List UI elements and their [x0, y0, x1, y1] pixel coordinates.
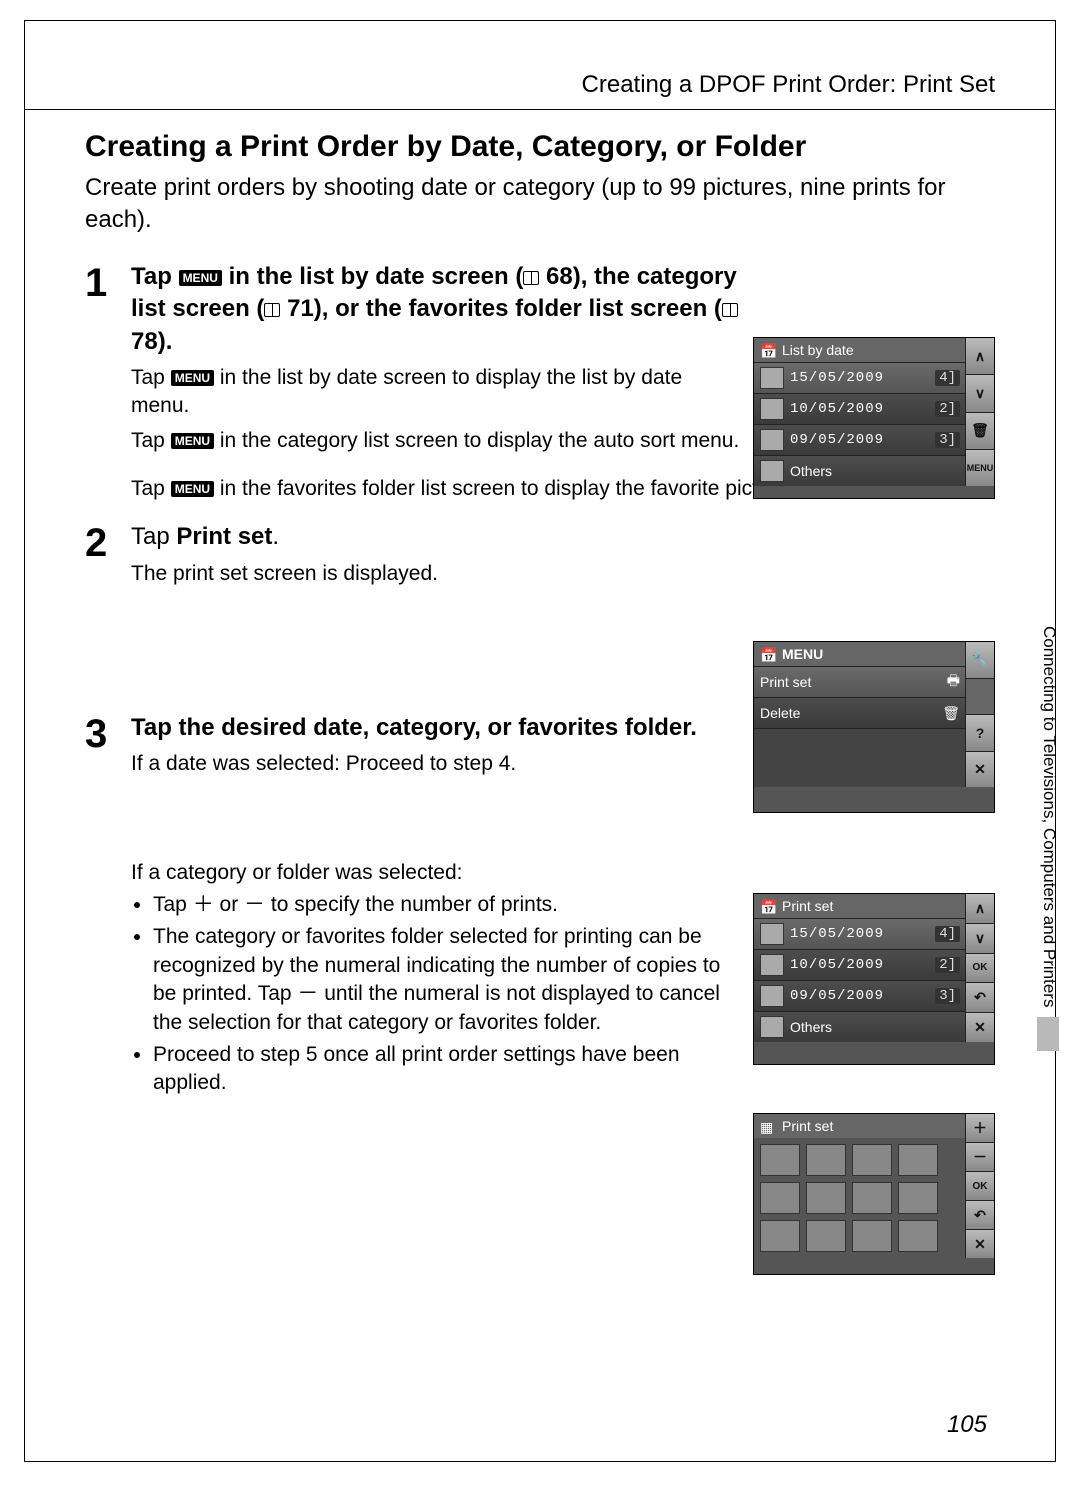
list-item[interactable]: 09/05/20093] [754, 980, 966, 1011]
trash-icon: 🗑 [942, 705, 960, 722]
cam4-title-bar: ▦ Print set [754, 1114, 966, 1138]
menu-icon: MENU [171, 433, 214, 449]
menu-icon: MENU [171, 481, 214, 497]
cam1-title-bar: 📅 List by date [754, 338, 966, 362]
step-number: 1 [85, 261, 131, 303]
section-indicator [1037, 1017, 1059, 1051]
category-item[interactable] [852, 1144, 892, 1176]
scroll-down-button[interactable]: ∨ [966, 923, 994, 953]
menu-icon: MENU [171, 370, 214, 386]
page-number: 105 [947, 1411, 987, 1439]
step-1-title: Tap MENU in the list by date screen ( 68… [131, 261, 745, 358]
category-item[interactable] [760, 1182, 800, 1214]
back-button[interactable]: ↶ [966, 982, 994, 1012]
intro-text: Create print orders by shooting date or … [85, 172, 995, 237]
thumb-icon [760, 367, 784, 389]
list-item[interactable]: 09/05/20093] [754, 424, 966, 455]
plus-button[interactable]: ＋ [966, 1114, 994, 1142]
ok-button[interactable]: OK [966, 953, 994, 983]
cam4-title: Print set [782, 1118, 833, 1134]
bullet-3: Proceed to step 5 once all print order s… [153, 1041, 733, 1098]
page-ref-icon [523, 271, 539, 285]
category-item[interactable] [898, 1220, 938, 1252]
auto-icon: ▦ [760, 1119, 776, 1133]
page-title: Creating a Print Order by Date, Category… [85, 130, 995, 164]
close-button[interactable]: ✕ [966, 1229, 994, 1258]
thumb-icon [760, 1016, 784, 1038]
thumb-icon [760, 429, 784, 451]
menu-button[interactable]: MENU [966, 449, 994, 486]
cam3-title: Print set [782, 898, 833, 914]
cam2-title-bar: 📅 MENU [754, 642, 966, 666]
close-button[interactable]: ✕ [966, 751, 994, 788]
bullet-1: Tap ＋ or － to specify the number of prin… [153, 891, 733, 919]
blank-button [966, 678, 994, 715]
cam2-title: MENU [782, 646, 823, 662]
empty-area [754, 728, 966, 787]
close-button[interactable]: ✕ [966, 1012, 994, 1042]
trash-button[interactable]: 🗑 [966, 412, 994, 449]
step-3-desc1: If a date was selected: Proceed to step … [131, 750, 745, 778]
step-2-desc: The print set screen is displayed. [131, 560, 745, 588]
date-icon: 📅 [760, 899, 776, 913]
page-header: Creating a DPOF Print Order: Print Set [25, 21, 1055, 109]
menu-item-print-set[interactable]: Print set🖶 [754, 666, 966, 697]
thumb-icon [760, 923, 784, 945]
category-item[interactable] [806, 1144, 846, 1176]
date-icon: 📅 [760, 343, 776, 357]
settings-button[interactable]: 🔧 [966, 642, 994, 678]
list-item[interactable]: 15/05/20094] [754, 918, 966, 949]
scroll-up-button[interactable]: ∧ [966, 894, 994, 923]
step-3-title: Tap the desired date, category, or favor… [131, 712, 745, 744]
list-item-others[interactable]: Others [754, 1011, 966, 1042]
category-grid [754, 1138, 966, 1258]
list-item[interactable]: 10/05/20092] [754, 949, 966, 980]
step-1-desc: Tap MENU in the list by date screen to d… [131, 364, 745, 455]
category-item[interactable] [852, 1220, 892, 1252]
list-item[interactable]: 10/05/20092] [754, 393, 966, 424]
help-button[interactable]: ? [966, 714, 994, 751]
back-button[interactable]: ↶ [966, 1200, 994, 1229]
print-icon: 🖶 [947, 670, 960, 694]
category-item[interactable] [898, 1144, 938, 1176]
page-ref-icon [264, 303, 280, 317]
thumb-icon [760, 398, 784, 420]
category-item[interactable] [806, 1182, 846, 1214]
category-item[interactable] [898, 1182, 938, 1214]
list-item-others[interactable]: Others [754, 455, 966, 486]
scroll-up-button[interactable]: ∧ [966, 338, 994, 374]
step-2: 2 Tap Print set. The print set screen is… [85, 521, 995, 588]
scroll-down-button[interactable]: ∨ [966, 374, 994, 411]
step-2-title: Tap Print set. [131, 521, 745, 553]
date-icon: 📅 [760, 647, 776, 661]
thumb-icon [760, 460, 784, 482]
step-number: 2 [85, 521, 131, 563]
step-3-desc2: If a category or folder was selected: [131, 859, 983, 887]
page-ref-icon [722, 303, 738, 317]
category-item[interactable] [806, 1220, 846, 1252]
bullet-2: The category or favorites folder selecte… [153, 923, 733, 1036]
step-number: 3 [85, 712, 131, 754]
cam1-title: List by date [782, 342, 854, 358]
camera-screen-print-set-grid: ▦ Print set ＋ － OK ↶ [753, 1113, 995, 1275]
thumb-icon [760, 985, 784, 1007]
section-tab: Connecting to Televisions, Computers and… [1037, 569, 1059, 1057]
header-rule [25, 109, 1055, 110]
menu-item-delete[interactable]: Delete🗑 [754, 697, 966, 728]
ok-button[interactable]: OK [966, 1171, 994, 1200]
category-item[interactable] [760, 1144, 800, 1176]
thumb-icon [760, 954, 784, 976]
category-item[interactable] [760, 1220, 800, 1252]
camera-screen-menu: 📅 MENU Print set🖶 Delete🗑 🔧 ? ✕ [753, 641, 995, 813]
minus-button[interactable]: － [966, 1142, 994, 1171]
menu-icon: MENU [179, 270, 222, 286]
camera-screen-print-set-list: 📅 Print set 15/05/20094] 10/05/20092] 09… [753, 893, 995, 1065]
category-item[interactable] [852, 1182, 892, 1214]
camera-screen-list-by-date: 📅 List by date 15/05/20094] 10/05/20092]… [753, 337, 995, 499]
list-item[interactable]: 15/05/20094] [754, 362, 966, 393]
cam3-title-bar: 📅 Print set [754, 894, 966, 918]
